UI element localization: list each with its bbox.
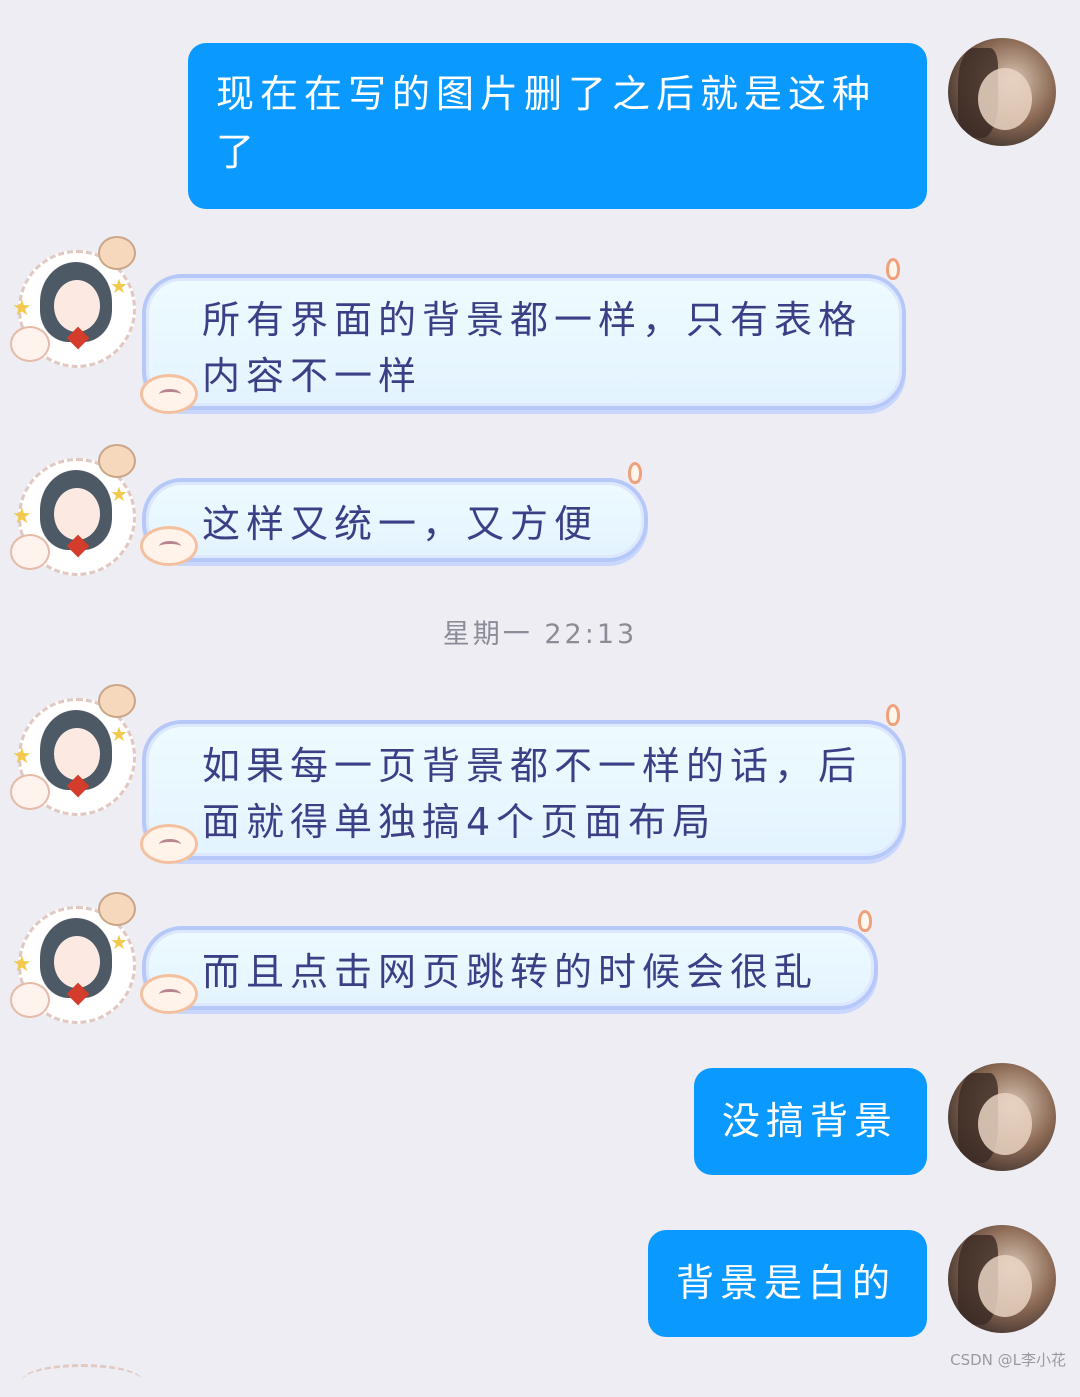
message-text: 如果每一页背景都不一样的话，后面就得单独搞4个页面布局 — [202, 744, 863, 844]
bear-sticker-icon — [98, 236, 136, 270]
bubble-decoration-icon — [140, 526, 198, 566]
chat-area[interactable]: 现在在写的图片删了之后就是这种了 ★ ★ 所有界面的背景都一样，只有表格内容不一… — [0, 0, 1080, 1378]
star-icon: ★ — [110, 930, 128, 954]
message-bubble-incoming[interactable]: 如果每一页背景都不一样的话，后面就得单独搞4个页面布局 — [140, 704, 906, 864]
star-icon: ★ — [110, 274, 128, 298]
message-bubble-incoming[interactable]: 所有界面的背景都一样，只有表格内容不一样 — [140, 258, 906, 414]
star-icon: ★ — [110, 482, 128, 506]
message-bubble-incoming[interactable]: 而且点击网页跳转的时候会很乱 — [140, 910, 878, 1014]
message-bubble-incoming[interactable]: 这样又统一，又方便 — [140, 462, 648, 566]
flame-decoration-icon — [858, 910, 872, 932]
message-bubble-outgoing[interactable]: 没搞背景 — [694, 1068, 927, 1175]
message-bubble-outgoing[interactable]: 背景是白的 — [648, 1230, 927, 1337]
flame-decoration-icon — [886, 704, 900, 726]
star-icon: ★ — [12, 296, 32, 321]
contact-avatar[interactable]: ★ ★ — [10, 684, 142, 816]
bear-sticker-icon — [98, 892, 136, 926]
bunny-sticker-icon — [10, 774, 50, 810]
message-text: 这样又统一，又方便 — [202, 502, 599, 546]
contact-avatar[interactable]: ★ ★ — [10, 444, 142, 576]
bunny-sticker-icon — [10, 534, 50, 570]
message-text: 背景是白的 — [676, 1261, 897, 1305]
message-bubble-outgoing[interactable]: 现在在写的图片删了之后就是这种了 — [188, 43, 927, 209]
star-icon: ★ — [12, 744, 32, 769]
contact-avatar[interactable]: ★ ★ — [10, 236, 142, 368]
bubble-decoration-icon — [140, 374, 198, 414]
flame-decoration-icon — [886, 258, 900, 280]
bubble-decoration-icon — [140, 974, 198, 1014]
watermark: CSDN @L李小花 — [950, 1351, 1066, 1369]
message-text: 而且点击网页跳转的时候会很乱 — [202, 950, 819, 994]
bunny-sticker-icon — [10, 982, 50, 1018]
bunny-sticker-icon — [10, 326, 50, 362]
star-icon: ★ — [12, 952, 32, 977]
message-text: 所有界面的背景都一样，只有表格内容不一样 — [202, 298, 863, 398]
contact-avatar[interactable]: ★ ★ — [10, 892, 142, 1024]
bear-sticker-icon — [98, 444, 136, 478]
user-avatar[interactable] — [948, 1063, 1056, 1171]
message-text: 没搞背景 — [722, 1099, 899, 1143]
user-avatar[interactable] — [948, 38, 1056, 146]
contact-avatar-partial — [22, 1364, 142, 1397]
message-timestamp: 星期一 22:13 — [442, 619, 638, 650]
bubble-decoration-icon — [140, 824, 198, 864]
bear-sticker-icon — [98, 684, 136, 718]
flame-decoration-icon — [628, 462, 642, 484]
message-text: 现在在写的图片删了之后就是这种了 — [216, 72, 877, 174]
user-avatar[interactable] — [948, 1225, 1056, 1333]
star-icon: ★ — [12, 504, 32, 529]
star-icon: ★ — [110, 722, 128, 746]
